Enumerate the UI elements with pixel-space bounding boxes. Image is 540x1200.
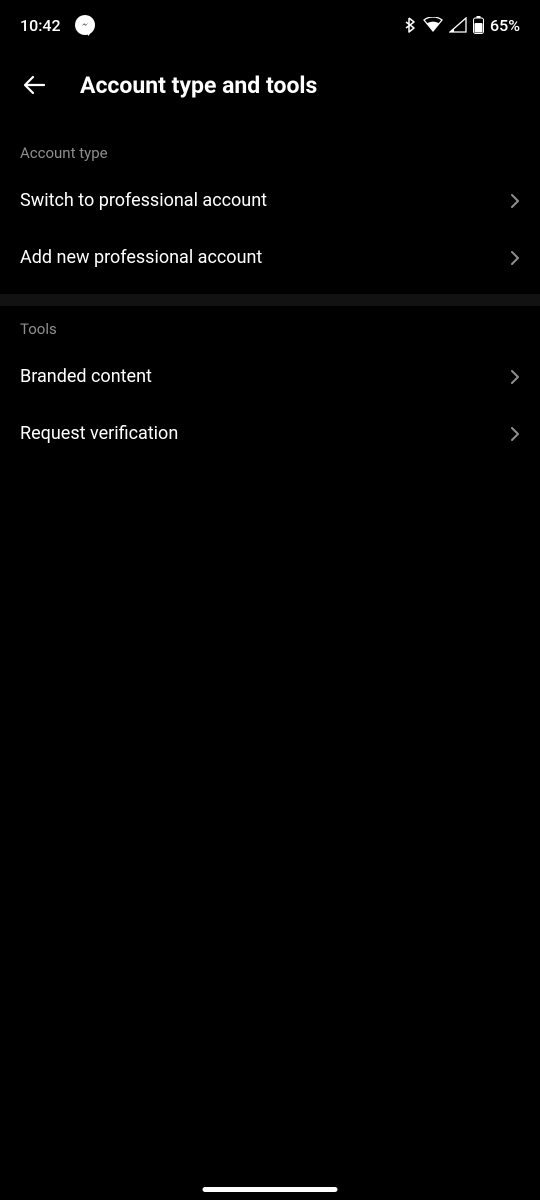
chevron-right-icon [510,426,520,442]
section-divider [0,294,540,306]
section-header-account-type: Account type [0,130,540,172]
home-indicator[interactable] [203,1187,338,1192]
item-branded-content[interactable]: Branded content [0,348,540,405]
signal-icon [449,17,467,33]
item-request-verification[interactable]: Request verification [0,405,540,462]
messenger-icon [75,15,95,35]
item-label: Request verification [20,423,178,444]
item-add-professional[interactable]: Add new professional account [0,229,540,286]
wifi-icon [423,17,443,33]
section-header-tools: Tools [0,306,540,348]
item-label: Add new professional account [20,247,262,268]
messenger-bolt-icon [80,21,90,29]
chevron-right-icon [510,193,520,209]
status-bar: 10:42 65% [0,0,540,50]
bluetooth-icon [403,17,417,33]
page-title: Account type and tools [80,72,317,99]
status-bar-right: 65% [403,16,520,35]
back-arrow-icon [22,72,48,98]
item-label: Switch to professional account [20,190,267,211]
status-bar-left: 10:42 [20,15,95,35]
status-time: 10:42 [20,16,61,35]
item-switch-professional[interactable]: Switch to professional account [0,172,540,229]
back-button[interactable] [20,70,50,100]
chevron-right-icon [510,250,520,266]
chevron-right-icon [510,369,520,385]
item-label: Branded content [20,366,152,387]
page-header: Account type and tools [0,50,540,130]
battery-icon [473,16,484,34]
battery-percent: 65% [490,16,520,35]
